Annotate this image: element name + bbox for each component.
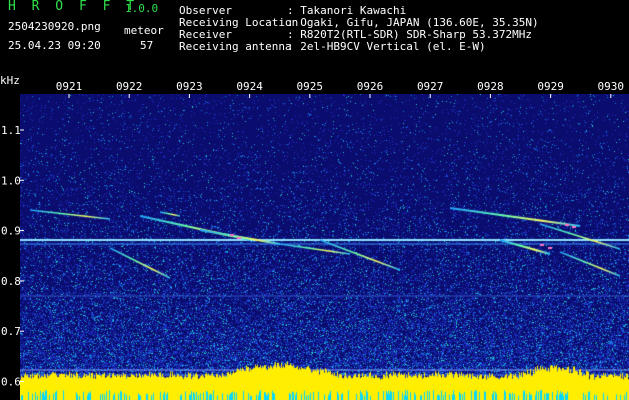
antenna-value: : 2el-HB9CV Vertical (el. E-W) [287,40,486,53]
time-tick-label: 0928 [477,80,504,93]
frequency-tick-label: 0.8 [1,275,21,288]
app-version: 1.0.0 [125,2,159,15]
time-tick-label: 0929 [537,80,564,93]
time-tick-label: 0921 [56,80,83,93]
time-tick-label: 0927 [417,80,444,93]
spectrogram-image [20,94,629,400]
frequency-tick-label: 1.1 [1,124,21,137]
time-tick-label: 0922 [116,80,143,93]
frequency-tick-label: 1.0 [1,174,21,187]
y-axis-unit: kHz [0,74,20,87]
antenna-label: Receiving antenna [179,40,292,53]
meteor-label: meteor [124,24,164,37]
date-time: 25.04.23 09:20 [8,39,101,52]
time-tick-label: 0930 [598,80,625,93]
time-tick-label: 0925 [297,80,324,93]
frequency-tick-label: 0.7 [1,325,21,338]
time-tick-label: 0923 [176,80,203,93]
frequency-tick-label: 0.6 [1,376,21,389]
meteor-count: 57 [140,39,154,52]
time-tick-label: 0924 [236,80,263,93]
hrofft-window: H R O F F T 1.0.0 2504230920.png meteor … [0,0,629,400]
frequency-tick-label: 0.9 [1,225,21,238]
file-name: 2504230920.png [8,20,101,33]
app-title: H R O F F T [8,0,139,14]
time-tick-label: 0926 [357,80,384,93]
